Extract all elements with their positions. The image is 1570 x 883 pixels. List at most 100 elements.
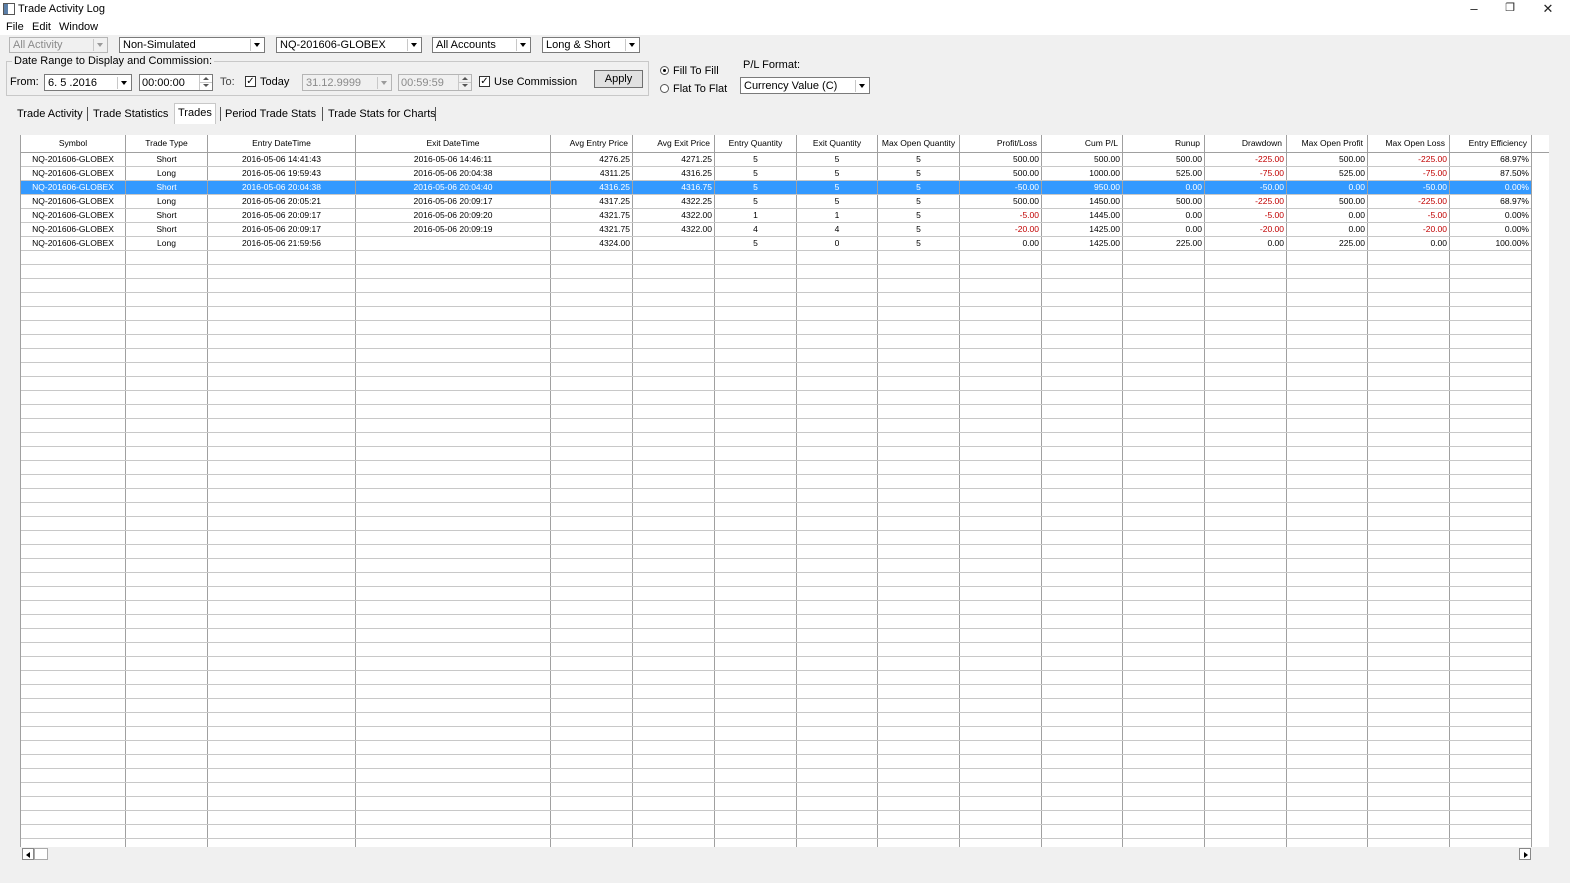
column-header-exit-datetime[interactable]: Exit DateTime: [356, 135, 551, 152]
scroll-left-icon[interactable]: [22, 848, 34, 860]
empty-row: [21, 671, 1531, 685]
cell-max-open-profit: 0.00: [1287, 181, 1368, 194]
menu-file[interactable]: File: [6, 21, 24, 33]
spin-down-icon[interactable]: [458, 82, 471, 90]
spin-up-icon[interactable]: [458, 75, 471, 82]
empty-row: [21, 657, 1531, 671]
cell-profit-loss: -20.00: [960, 223, 1042, 236]
cell-max-open-loss: 0.00: [1368, 237, 1450, 250]
apply-button[interactable]: Apply: [594, 70, 643, 88]
table-row[interactable]: NQ-201606-GLOBEX Long 2016-05-06 21:59:56 4…: [21, 237, 1532, 251]
cell-avg-entry-price: 4276.25: [551, 153, 633, 166]
simulation-filter-select[interactable]: Non-Simulated: [119, 37, 265, 53]
title-bar: [0, 0, 1570, 19]
cell-cum-pl: 1000.00: [1042, 167, 1123, 180]
close-button[interactable]: ✕: [1529, 0, 1567, 19]
cell-runup: 0.00: [1123, 209, 1205, 222]
to-date-value: 31.12.9999: [306, 77, 362, 89]
activity-filter-select[interactable]: All Activity: [9, 37, 108, 53]
cell-exit-quantity: 5: [797, 167, 878, 180]
to-time-spinner[interactable]: 00:59:59: [398, 74, 472, 91]
table-row[interactable]: NQ-201606-GLOBEX Short 2016-05-06 20:09:17…: [21, 223, 1532, 237]
accounts-filter-select[interactable]: All Accounts: [432, 37, 531, 53]
empty-row: [21, 741, 1531, 755]
cell-runup: 0.00: [1123, 181, 1205, 194]
to-label: To:: [220, 76, 235, 88]
column-header-entry-efficiency[interactable]: Entry Efficiency: [1450, 135, 1532, 152]
pl-format-value: Currency Value (C): [744, 80, 838, 92]
table-row[interactable]: NQ-201606-GLOBEX Short 2016-05-06 14:41:43…: [21, 153, 1532, 167]
cell-max-open-quantity: 5: [878, 195, 960, 208]
column-header-cum-pl[interactable]: Cum P/L: [1042, 135, 1123, 152]
column-header-max-open-profit[interactable]: Max Open Profit: [1287, 135, 1368, 152]
symbol-filter-select[interactable]: NQ-201606-GLOBEX: [276, 37, 422, 53]
cell-entry-datetime: 2016-05-06 20:09:17: [208, 209, 356, 222]
table-row[interactable]: NQ-201606-GLOBEX Short 2016-05-06 20:09:17…: [21, 209, 1532, 223]
cell-trade-type: Short: [126, 181, 208, 194]
column-header-trade-type[interactable]: Trade Type: [126, 135, 208, 152]
tab-trade-stats-for-charts[interactable]: Trade Stats for Charts: [325, 106, 439, 123]
tab-separator: [322, 107, 323, 121]
restore-button[interactable]: ❐: [1491, 0, 1529, 19]
cell-trade-type: Long: [126, 167, 208, 180]
cell-drawdown: -225.00: [1205, 153, 1287, 166]
cell-max-open-quantity: 5: [878, 223, 960, 236]
cell-entry-efficiency: 100.00%: [1450, 237, 1532, 250]
table-row[interactable]: NQ-201606-GLOBEX Long 2016-05-06 20:05:21 2…: [21, 195, 1532, 209]
minimize-button[interactable]: –: [1455, 0, 1493, 19]
tab-separator: [87, 107, 88, 121]
to-time-value: 00:59:59: [401, 77, 444, 89]
today-checkbox[interactable]: ✓: [245, 76, 256, 87]
scroll-thumb[interactable]: [34, 848, 48, 860]
column-header-entry-datetime[interactable]: Entry DateTime: [208, 135, 356, 152]
side-filter-select[interactable]: Long & Short: [542, 37, 640, 53]
column-header-max-open-loss[interactable]: Max Open Loss: [1368, 135, 1450, 152]
to-date-picker[interactable]: 31.12.9999: [302, 74, 392, 91]
column-header-max-open-quantity[interactable]: Max Open Quantity: [878, 135, 960, 152]
cell-symbol: NQ-201606-GLOBEX: [21, 167, 126, 180]
cell-max-open-quantity: 5: [878, 181, 960, 194]
cell-symbol: NQ-201606-GLOBEX: [21, 195, 126, 208]
empty-row: [21, 321, 1531, 335]
column-header-drawdown[interactable]: Drawdown: [1205, 135, 1287, 152]
pl-format-select[interactable]: Currency Value (C): [740, 77, 870, 94]
pl-format-label: P/L Format:: [743, 59, 801, 71]
from-time-spinner[interactable]: 00:00:00: [139, 74, 213, 91]
menu-window[interactable]: Window: [59, 21, 98, 33]
spin-up-icon[interactable]: [199, 75, 212, 82]
spin-down-icon[interactable]: [199, 82, 212, 90]
column-header-profit-loss[interactable]: Profit/Loss: [960, 135, 1042, 152]
horizontal-scrollbar[interactable]: [20, 847, 1533, 861]
table-row[interactable]: NQ-201606-GLOBEX Short 2016-05-06 20:04:38…: [21, 181, 1532, 195]
column-header-symbol[interactable]: Symbol: [21, 135, 126, 152]
cell-avg-exit-price: 4322.00: [633, 223, 715, 236]
column-header-exit-quantity[interactable]: Exit Quantity: [797, 135, 878, 152]
column-header-entry-quantity[interactable]: Entry Quantity: [715, 135, 797, 152]
column-header-avg-entry-price[interactable]: Avg Entry Price: [551, 135, 633, 152]
column-header-runup[interactable]: Runup: [1123, 135, 1205, 152]
scroll-right-icon[interactable]: [1519, 848, 1531, 860]
column-header-avg-exit-price[interactable]: Avg Exit Price: [633, 135, 715, 152]
cell-entry-efficiency: 87.50%: [1450, 167, 1532, 180]
tab-trade-activity[interactable]: Trade Activity: [14, 106, 86, 123]
table-row[interactable]: NQ-201606-GLOBEX Long 2016-05-06 19:59:43 2…: [21, 167, 1532, 181]
from-date-picker[interactable]: 6. 5 .2016: [44, 74, 132, 91]
cell-entry-quantity: 5: [715, 167, 797, 180]
tab-period-trade-stats[interactable]: Period Trade Stats: [222, 106, 319, 123]
chevron-down-icon: [407, 39, 420, 51]
cell-avg-entry-price: 4324.00: [551, 237, 633, 250]
cell-runup: 225.00: [1123, 237, 1205, 250]
cell-exit-quantity: 5: [797, 181, 878, 194]
tab-trades[interactable]: Trades: [174, 103, 216, 124]
use-commission-checkbox[interactable]: ✓: [479, 76, 490, 87]
flat-to-flat-radio[interactable]: [660, 84, 669, 93]
tab-trade-statistics[interactable]: Trade Statistics: [90, 106, 171, 123]
cell-runup: 0.00: [1123, 223, 1205, 236]
fill-to-fill-radio[interactable]: [660, 66, 669, 75]
menu-edit[interactable]: Edit: [32, 21, 51, 33]
cell-avg-entry-price: 4321.75: [551, 209, 633, 222]
cell-max-open-loss: -225.00: [1368, 195, 1450, 208]
empty-row: [21, 447, 1531, 461]
trades-grid[interactable]: Symbol Trade Type Entry DateTime Exit DateT…: [20, 135, 1549, 847]
empty-row: [21, 755, 1531, 769]
